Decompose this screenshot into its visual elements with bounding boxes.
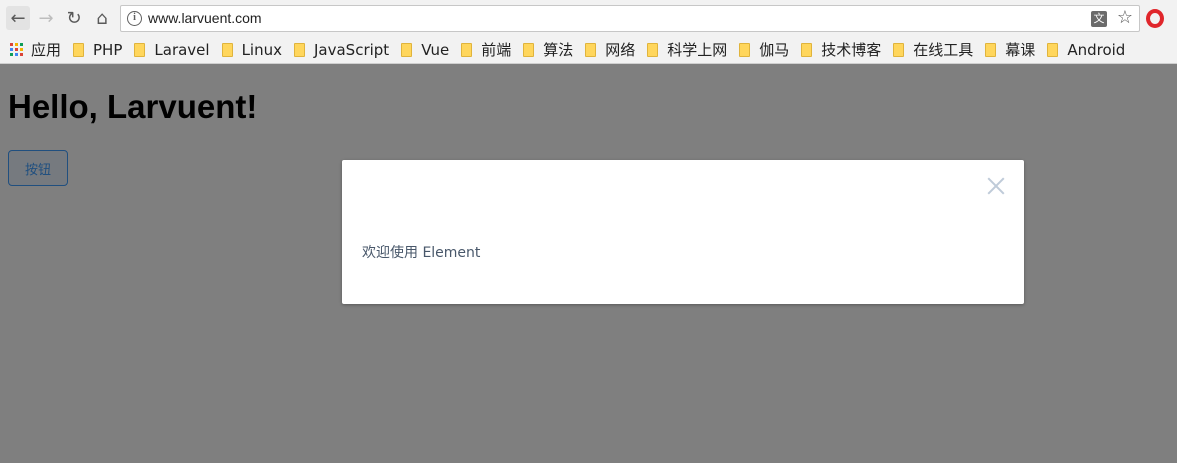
opera-icon[interactable] [1146, 9, 1164, 28]
bookmark-label: PHP [93, 40, 123, 59]
bookmark-label: 应用 [31, 41, 62, 59]
address-bar[interactable]: i www.larvuent.com 文 ☆ [120, 5, 1140, 32]
folder-icon [401, 42, 413, 57]
home-icon[interactable]: ⌂ [90, 6, 114, 30]
folder-icon [893, 42, 905, 57]
folder-icon [739, 42, 751, 57]
bookmark-folder-android[interactable]: Android [1047, 41, 1125, 59]
bookmark-folder-php[interactable]: PHP [73, 41, 122, 59]
info-icon[interactable]: i [127, 11, 142, 26]
bookmark-folder-mooc[interactable]: 幕课 [985, 39, 1035, 60]
folder-icon [985, 42, 997, 57]
folder-icon [1047, 42, 1059, 57]
bookmark-label: Laravel [154, 40, 210, 59]
folder-icon [523, 42, 535, 57]
bookmark-folder-proxy[interactable]: 科学上网 [647, 39, 727, 60]
bookmark-label: Vue [421, 40, 450, 59]
forward-arrow-icon[interactable]: → [34, 6, 58, 30]
bookmark-folder-frontend[interactable]: 前端 [461, 39, 511, 60]
dialog-body-text: 欢迎使用 Element [362, 245, 481, 261]
bookmark-folder-online-tools[interactable]: 在线工具 [893, 39, 973, 60]
bookmark-label: 网络 [605, 41, 636, 59]
close-icon[interactable] [984, 174, 1008, 198]
translate-icon[interactable]: 文 [1091, 11, 1107, 27]
folder-icon [647, 42, 659, 57]
folder-icon [801, 42, 813, 57]
folder-icon [585, 42, 597, 57]
folder-icon [134, 42, 146, 57]
bookmark-label: JavaScript [314, 40, 390, 59]
folder-icon [461, 42, 473, 57]
apps-grid-icon [10, 43, 23, 56]
folder-icon [294, 42, 305, 57]
back-arrow-icon[interactable]: ← [6, 6, 30, 30]
bookmark-folder-network[interactable]: 网络 [585, 39, 635, 60]
bookmark-folder-linux[interactable]: Linux [221, 40, 282, 59]
folder-icon [221, 42, 233, 57]
bookmark-label: 技术博客 [821, 41, 882, 59]
bookmark-label: 幕课 [1005, 41, 1036, 59]
bookmark-label: 前端 [481, 41, 512, 59]
bookmark-folder-laravel[interactable]: Laravel [134, 40, 210, 59]
browser-chrome: ← → ↻ ⌂ i www.larvuent.com 文 ☆ 应用 PHP La… [0, 0, 1177, 64]
bookmark-label: Linux [241, 40, 282, 59]
bookmark-label: Android [1067, 40, 1126, 59]
bookmarks-bar: 应用 PHP Laravel Linux JavaScript Vue 前端 算… [0, 36, 1177, 63]
folder-icon [73, 42, 85, 57]
bookmark-folder-gamma[interactable]: 伽马 [739, 39, 789, 60]
bookmark-folder-vue[interactable]: Vue [401, 41, 449, 59]
bookmark-folder-algorithm[interactable]: 算法 [523, 39, 573, 60]
bookmark-folder-javascript[interactable]: JavaScript [294, 41, 389, 59]
browser-toolbar: ← → ↻ ⌂ i www.larvuent.com 文 ☆ [0, 0, 1177, 36]
bookmark-apps[interactable]: 应用 [10, 39, 61, 60]
bookmark-label: 算法 [543, 41, 574, 59]
bookmark-label: 伽马 [759, 41, 790, 59]
reload-icon[interactable]: ↻ [62, 6, 86, 30]
bookmark-folder-tech-blog[interactable]: 技术博客 [801, 39, 881, 60]
bookmark-label: 在线工具 [913, 41, 974, 59]
url-text[interactable]: www.larvuent.com [148, 10, 262, 26]
bookmark-star-icon[interactable]: ☆ [1117, 7, 1133, 28]
dialog: 欢迎使用 Element [342, 160, 1024, 304]
bookmark-label: 科学上网 [667, 41, 728, 59]
